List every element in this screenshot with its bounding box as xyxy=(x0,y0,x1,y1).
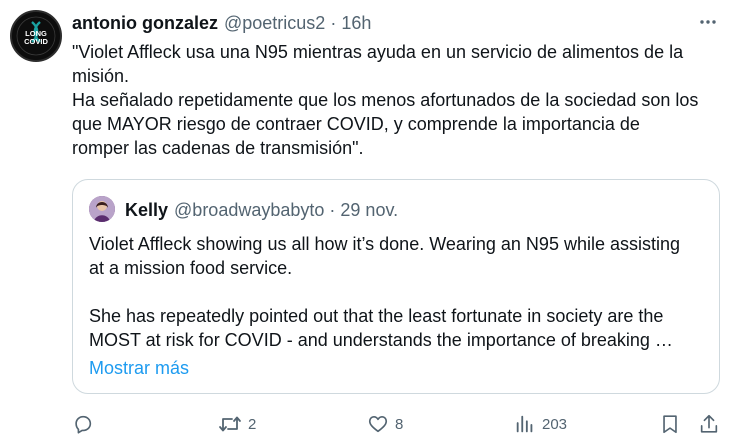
more-icon xyxy=(698,12,718,37)
show-more-link[interactable]: Mostrar más xyxy=(89,358,189,379)
views-button[interactable]: 203 xyxy=(514,410,567,438)
tweet-text-line: Ha señalado repetidamente que los menos … xyxy=(72,90,699,110)
tweet-text-line: romper las cadenas de transmisión". xyxy=(72,138,364,158)
svg-text:COVID: COVID xyxy=(24,37,48,46)
avatar[interactable]: LONG COVID xyxy=(10,10,62,62)
reply-button[interactable] xyxy=(72,410,100,438)
tweet[interactable]: LONG COVID antonio gonzalez @poetricus2 … xyxy=(0,0,738,448)
like-button[interactable]: 8 xyxy=(367,410,403,438)
bookmark-button[interactable] xyxy=(659,410,681,438)
quote-avatar[interactable] xyxy=(89,196,115,222)
quote-author-name: Kelly xyxy=(125,200,169,220)
tweet-header: antonio gonzalez @poetricus2 · 16h xyxy=(72,12,371,34)
bookmark-icon xyxy=(659,413,681,435)
timestamp[interactable]: 16h xyxy=(341,13,371,34)
like-icon xyxy=(367,413,389,435)
share-icon xyxy=(698,413,720,435)
author-name[interactable]: antonio gonzalez xyxy=(72,13,218,34)
quote-header: Kelly @broadwaybabyto · 29 nov. xyxy=(125,200,398,221)
tweet-text: "Violet Affleck usa una N95 mientras ayu… xyxy=(72,40,722,160)
retweet-count: 2 xyxy=(248,415,257,433)
share-button[interactable] xyxy=(698,410,720,438)
separator: · xyxy=(330,12,337,33)
retweet-button[interactable]: 2 xyxy=(218,410,256,438)
quote-text-line: MOST at risk for COVID - and understands… xyxy=(89,330,673,350)
author-handle[interactable]: @poetricus2 xyxy=(224,13,325,34)
tweet-text-line: misión. xyxy=(72,66,130,86)
quote-text-line: at a mission food service. xyxy=(89,258,293,278)
like-count: 8 xyxy=(395,415,404,433)
retweet-icon xyxy=(218,413,242,435)
views-icon xyxy=(514,413,536,435)
reply-icon xyxy=(72,413,94,435)
quoted-tweet[interactable]: Kelly @broadwaybabyto · 29 nov. Violet A… xyxy=(72,179,720,394)
quote-text: Violet Affleck showing us all how it’s d… xyxy=(89,232,709,352)
quote-text-line: She has repeatedly pointed out that the … xyxy=(89,306,664,326)
more-button[interactable] xyxy=(696,12,720,36)
quote-timestamp: 29 nov. xyxy=(340,200,399,220)
action-bar: 2 8 203 xyxy=(72,410,724,438)
tweet-text-line: "Violet Affleck usa una N95 mientras ayu… xyxy=(72,42,684,62)
tweet-text-line: que MAYOR riesgo de contraer COVID, y co… xyxy=(72,114,640,134)
separator: · xyxy=(329,200,336,220)
quote-text-line: Violet Affleck showing us all how it’s d… xyxy=(89,234,681,254)
views-count: 203 xyxy=(542,415,568,433)
quote-author-handle: @broadwaybabyto xyxy=(174,200,325,220)
